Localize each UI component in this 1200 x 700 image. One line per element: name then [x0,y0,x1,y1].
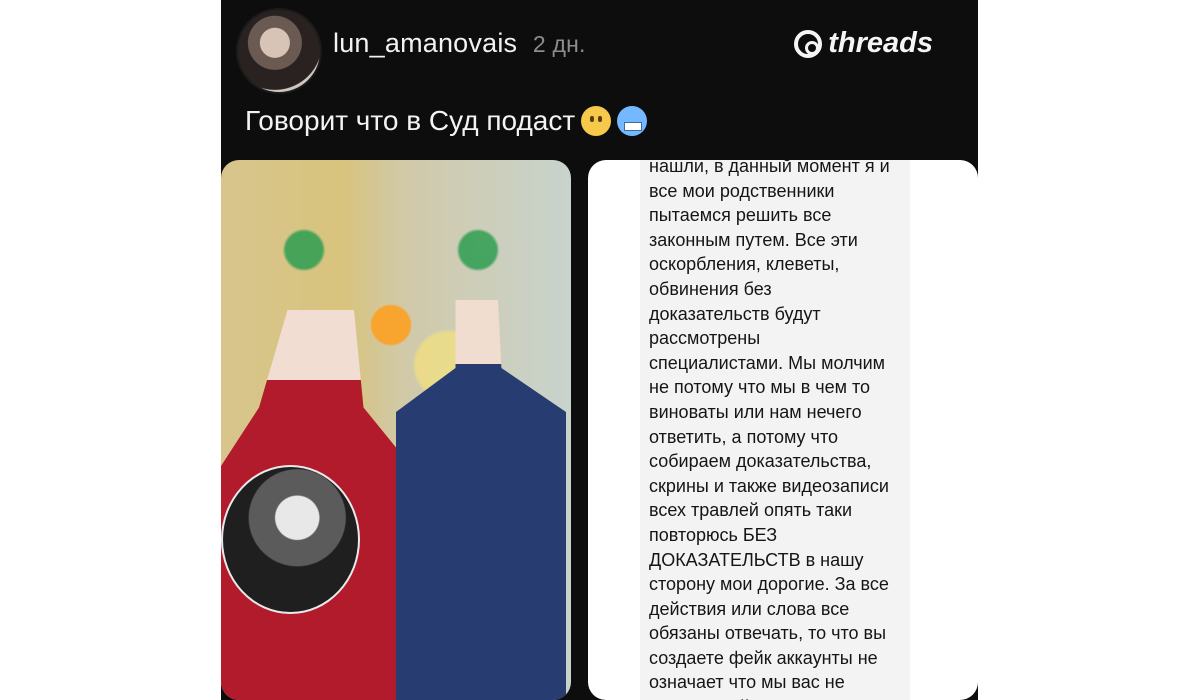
caption-text: Говорит что в Суд подаст [245,105,576,136]
note-line: всех травлей опять таки [649,500,853,521]
note-line: ДОКАЗАТЕЛЬСТВ в нашу [649,549,864,570]
post-header: lun_amanovais 2 дн. [333,28,586,59]
note-line: доказательств будут [649,303,821,324]
note-line: означает что мы вас не [649,672,845,693]
cold-face-icon [617,106,648,136]
note-line: создаете фейк аккаунты не [649,647,878,668]
brand-name: threads [828,27,933,59]
photo-card[interactable] [221,160,571,700]
note-line: сторону мои дорогие. За все [649,574,889,595]
note-line: все мои родственники [649,180,835,201]
note-line: обвинения без [649,278,772,299]
username-link[interactable]: lun_amanovais [333,28,517,58]
note-line: повторюсь БЕЗ [649,524,778,545]
note-line: сможем найти, мы только [649,695,901,700]
threads-brand: threads [794,27,933,60]
note-card[interactable]: нашли, в данный момент я и все мои родств… [588,160,978,700]
note-line: обязаны отвечать, то что вы [649,623,887,644]
note-line: не потому что мы в чем то [649,377,871,398]
worried-face-icon [581,106,612,136]
profile-avatar[interactable] [236,8,322,94]
note-line: пытаемся решить все [649,205,832,226]
note-text-block: нашли, в данный момент я и все мои родств… [640,160,910,700]
note-line: рассмотрены [649,328,761,349]
note-line: законным путем. Все эти [649,229,858,250]
note-line: оскорбления, клеветы, [649,254,840,275]
note-line: собираем доказательства, [649,451,872,472]
note-line: скрины и также видеозаписи [649,475,889,496]
post-time: 2 дн. [532,31,586,57]
note-line: действия или слова все [649,598,850,619]
note-line: специалистами. Мы молчим [649,352,886,373]
post-caption: Говорит что в Суд подаст [245,105,648,137]
note-line: нашли, в данный момент я и [649,160,890,176]
note-line: ответить, а потому что [649,426,838,447]
note-line: виноваты или нам нечего [649,401,862,422]
threads-logo-icon [794,29,823,58]
inset-portrait [221,465,360,614]
threads-post: lun_amanovais 2 дн. threads Говорит что … [221,0,978,700]
